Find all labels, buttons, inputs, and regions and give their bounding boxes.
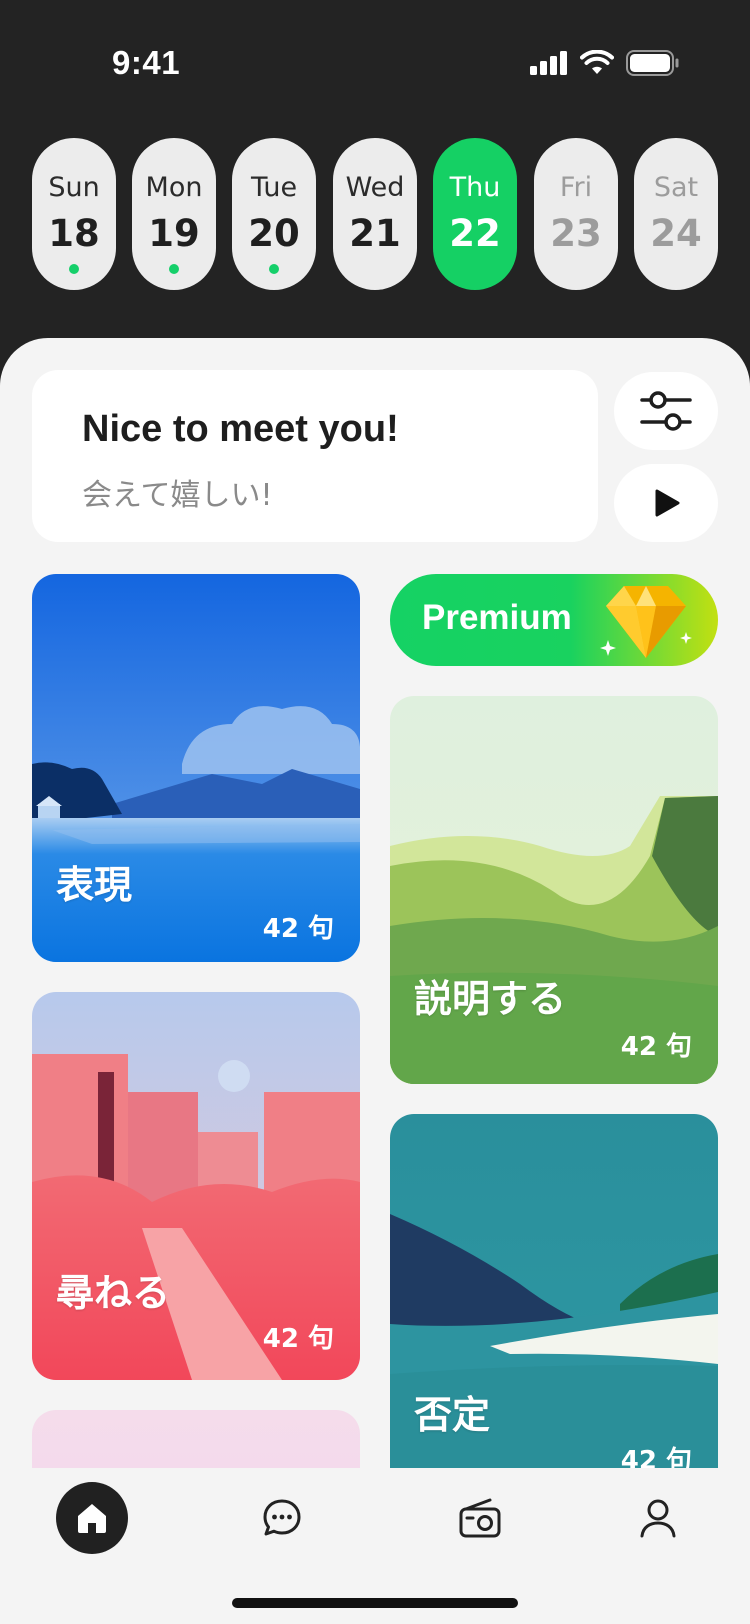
card-count: 42 句: [262, 914, 334, 944]
tab-bar: [0, 1468, 750, 1624]
play-button[interactable]: [614, 464, 718, 542]
cellular-signal-icon: [530, 51, 567, 75]
day-sat[interactable]: Sat 24: [634, 138, 718, 290]
card-title: 否定: [414, 1393, 491, 1437]
completed-dot: [69, 264, 79, 274]
home-indicator: [232, 1598, 518, 1608]
play-icon: [655, 489, 680, 517]
tab-radio[interactable]: [444, 1482, 516, 1554]
battery-icon: [626, 50, 679, 76]
day-sun[interactable]: Sun 18: [32, 138, 116, 290]
tab-profile[interactable]: [622, 1482, 694, 1554]
diamond-icon: [600, 586, 692, 658]
category-card-ask[interactable]: 尋ねる 42 句: [32, 992, 360, 1380]
category-card-expression[interactable]: 表現 42 句: [32, 574, 360, 962]
card-title: 尋ねる: [56, 1271, 171, 1315]
day-number: 21: [349, 212, 401, 255]
day-name: Thu: [449, 172, 501, 203]
card-title: 説明する: [414, 977, 567, 1021]
day-number: 20: [248, 212, 300, 255]
day-thu[interactable]: Thu 22: [433, 138, 517, 290]
phrase-japanese: 会えて嬉しい!: [82, 478, 273, 513]
completed-dot: [269, 264, 279, 274]
premium-label: Premium: [422, 598, 572, 637]
card-count: 42 句: [262, 1324, 334, 1354]
day-number: 24: [650, 212, 702, 255]
day-wed[interactable]: Wed 21: [333, 138, 417, 290]
phrase-english: Nice to meet you!: [82, 408, 399, 450]
day-name: Sun: [48, 172, 100, 203]
day-number: 19: [148, 212, 200, 255]
card-title: 表現: [56, 863, 133, 907]
day-name: Fri: [559, 172, 593, 203]
chat-icon: [263, 1499, 301, 1536]
profile-icon: [640, 1499, 676, 1538]
main-sheet: Nice to meet you! 会えて嬉しい! Premium 表現 42 …: [0, 338, 750, 1478]
category-card-negation[interactable]: 否定 42 句: [390, 1114, 718, 1478]
radio-icon: [459, 1498, 501, 1538]
daily-phrase-card[interactable]: Nice to meet you! 会えて嬉しい!: [32, 370, 598, 542]
day-number: 18: [48, 212, 100, 255]
settings-button[interactable]: [614, 372, 718, 450]
status-bar: 9:41: [0, 0, 750, 120]
day-mon[interactable]: Mon 19: [132, 138, 216, 290]
tab-home[interactable]: [56, 1482, 128, 1554]
day-name: Wed: [345, 172, 405, 203]
card-count: 42 句: [620, 1032, 692, 1062]
wifi-icon: [580, 50, 614, 74]
status-time: 9:41: [112, 44, 181, 81]
day-number: 23: [550, 212, 602, 255]
category-card-explain[interactable]: 説明する 42 句: [390, 696, 718, 1084]
premium-button[interactable]: Premium: [390, 574, 718, 666]
sliders-icon: [640, 391, 692, 431]
day-fri[interactable]: Fri 23: [534, 138, 618, 290]
day-number: 22: [449, 212, 501, 255]
day-name: Sat: [653, 172, 699, 203]
tab-chat[interactable]: [246, 1482, 318, 1554]
day-name: Tue: [250, 172, 298, 203]
week-day-selector: Sun 18 Mon 19 Tue 20 Wed 21 Thu 22 Fri 2…: [32, 138, 720, 290]
completed-dot: [169, 264, 179, 274]
status-icons: [530, 50, 680, 76]
day-tue[interactable]: Tue 20: [232, 138, 316, 290]
home-icon: [78, 1504, 106, 1533]
day-name: Mon: [145, 172, 203, 203]
